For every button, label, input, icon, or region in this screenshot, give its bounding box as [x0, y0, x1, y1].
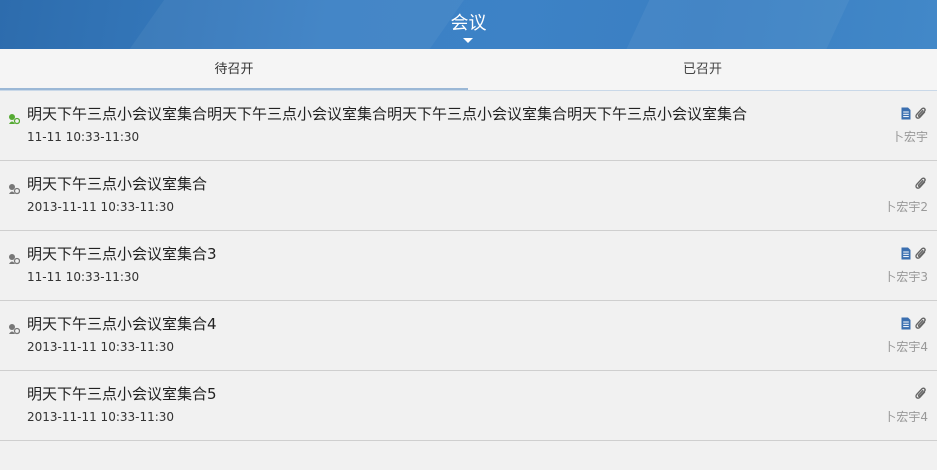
attachment-icon[interactable]	[915, 176, 927, 190]
meeting-time: 2013-11-11 10:33-11:30	[27, 410, 175, 424]
meeting-row[interactable]: 明天下午三点小会议室集合 2013-11-11 10:33-11:30 卜宏宇2	[0, 161, 937, 231]
status-icon	[8, 250, 21, 265]
status-icon	[8, 390, 20, 402]
status-icon	[8, 180, 21, 195]
meeting-row[interactable]: 明天下午三点小会议室集合5 2013-11-11 10:33-11:30 卜宏宇…	[0, 371, 937, 441]
header-bar: 会议	[0, 0, 937, 49]
active-tab-indicator	[0, 88, 468, 90]
meeting-icons	[915, 176, 927, 190]
meeting-icons	[915, 386, 927, 400]
meeting-owner: 卜宏宇4	[884, 340, 928, 354]
meeting-row[interactable]: 明天下午三点小会议室集合4 2013-11-11 10:33-11:30 卜宏宇…	[0, 301, 937, 371]
meeting-time: 2013-11-11 10:33-11:30	[27, 200, 175, 214]
document-icon[interactable]	[900, 247, 912, 260]
meeting-title: 明天下午三点小会议室集合明天下午三点小会议室集合明天下午三点小会议室集合明天下午…	[27, 105, 748, 123]
meeting-title: 明天下午三点小会议室集合3	[27, 245, 217, 263]
meeting-icons	[900, 316, 927, 330]
meeting-row[interactable]: 明天下午三点小会议室集合3 11-11 10:33-11:30 卜宏宇3	[0, 231, 937, 301]
tab-held[interactable]: 已召开	[468, 49, 937, 91]
meeting-title: 明天下午三点小会议室集合5	[27, 385, 217, 403]
meeting-title: 明天下午三点小会议室集合4	[27, 315, 217, 333]
meeting-title: 明天下午三点小会议室集合	[27, 175, 208, 193]
document-icon[interactable]	[900, 317, 912, 330]
meeting-time: 2013-11-11 10:33-11:30	[27, 340, 175, 354]
attachment-icon[interactable]	[915, 246, 927, 260]
meeting-owner: 卜宏宇3	[884, 270, 928, 284]
meeting-row[interactable]: 明天下午三点小会议室集合明天下午三点小会议室集合明天下午三点小会议室集合明天下午…	[0, 91, 937, 161]
meeting-time: 11-11 10:33-11:30	[27, 270, 140, 284]
tab-bar: 待召开 已召开	[0, 49, 937, 91]
attachment-icon[interactable]	[915, 106, 927, 120]
tab-upcoming[interactable]: 待召开	[0, 49, 468, 91]
attachment-icon[interactable]	[915, 316, 927, 330]
meeting-owner: 卜宏宇4	[884, 410, 928, 424]
status-icon	[8, 110, 21, 125]
meeting-icons	[900, 106, 927, 120]
meeting-owner: 卜宏宇	[891, 130, 928, 144]
attachment-icon[interactable]	[915, 386, 927, 400]
meeting-time: 11-11 10:33-11:30	[27, 130, 140, 144]
meeting-owner: 卜宏宇2	[884, 200, 928, 214]
caret-down-icon[interactable]	[463, 38, 473, 43]
status-icon	[8, 320, 21, 335]
page-title[interactable]: 会议	[0, 13, 937, 35]
meeting-icons	[900, 246, 927, 260]
meeting-list: 明天下午三点小会议室集合明天下午三点小会议室集合明天下午三点小会议室集合明天下午…	[0, 91, 937, 441]
document-icon[interactable]	[900, 107, 912, 120]
